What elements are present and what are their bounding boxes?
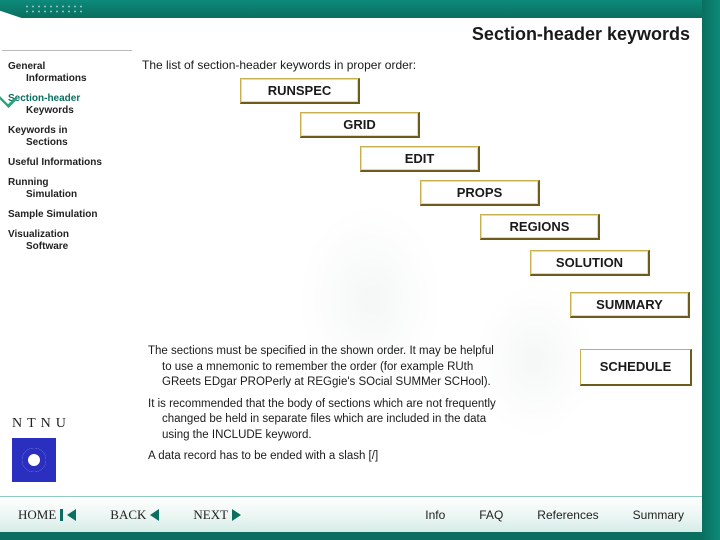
ntnu-logo-icon (12, 438, 56, 482)
keyword-schedule: SCHEDULE (580, 349, 692, 386)
note-2: It is recommended that the body of secti… (140, 397, 692, 444)
nav-back-button[interactable]: BACK (110, 507, 159, 523)
sidebar-item-sample-simulation[interactable]: Sample Simulation (2, 205, 132, 225)
nav-next-label: NEXT (193, 507, 228, 523)
sidebar: General Informations Section-header Keyw… (2, 50, 132, 257)
note-1: The sections must be specified in the sh… (140, 344, 570, 391)
sidebar-item-useful-informations[interactable]: Useful Informations (2, 153, 132, 173)
sidebar-item-keywords-in-sections[interactable]: Keywords in Sections (2, 121, 132, 153)
keyword-props: PROPS (420, 180, 540, 206)
ntnu-brand: NTNU (12, 416, 122, 482)
keyword-edit: EDIT (360, 146, 480, 172)
keyword-runspec: RUNSPEC (240, 78, 360, 104)
keyword-diagram: RUNSPEC GRID EDIT PROPS REGIONS SOLUTION… (220, 78, 692, 338)
bottom-nav: HOME BACK NEXT Info FAQ References Summa… (0, 496, 702, 532)
home-triangle-icon (67, 509, 76, 521)
keyword-grid: GRID (300, 112, 420, 138)
ntnu-wordmark: NTNU (12, 416, 122, 432)
nav-home-label: HOME (18, 507, 56, 523)
footer-link-faq[interactable]: FAQ (479, 508, 503, 522)
page-title: Section-header keywords (160, 24, 690, 45)
footer-link-info[interactable]: Info (425, 508, 445, 522)
back-triangle-icon (150, 509, 159, 521)
nav-home-button[interactable]: HOME (18, 507, 76, 523)
keyword-regions: REGIONS (480, 214, 600, 240)
nav-back-label: BACK (110, 507, 146, 523)
note-3: A data record has to be ended with a sla… (140, 449, 692, 465)
keyword-summary: SUMMARY (570, 292, 690, 318)
notes: The sections must be specified in the sh… (140, 344, 692, 465)
keyword-solution: SOLUTION (530, 250, 650, 276)
footer-link-references[interactable]: References (537, 508, 598, 522)
decoration-dots (24, 4, 84, 14)
sidebar-item-running-simulation[interactable]: Running Simulation (2, 173, 132, 205)
sidebar-item-section-header-keywords[interactable]: Section-header Keywords (2, 89, 132, 121)
nav-next-button[interactable]: NEXT (193, 507, 241, 523)
intro-text: The list of section-header keywords in p… (142, 58, 692, 72)
home-bar-icon (60, 509, 63, 521)
sidebar-item-visualization-software[interactable]: Visualization Software (2, 225, 132, 257)
footer-link-summary[interactable]: Summary (633, 508, 684, 522)
next-triangle-icon (232, 509, 241, 521)
sidebar-item-general-informations[interactable]: General Informations (2, 57, 132, 89)
main-content: The list of section-header keywords in p… (140, 54, 692, 490)
